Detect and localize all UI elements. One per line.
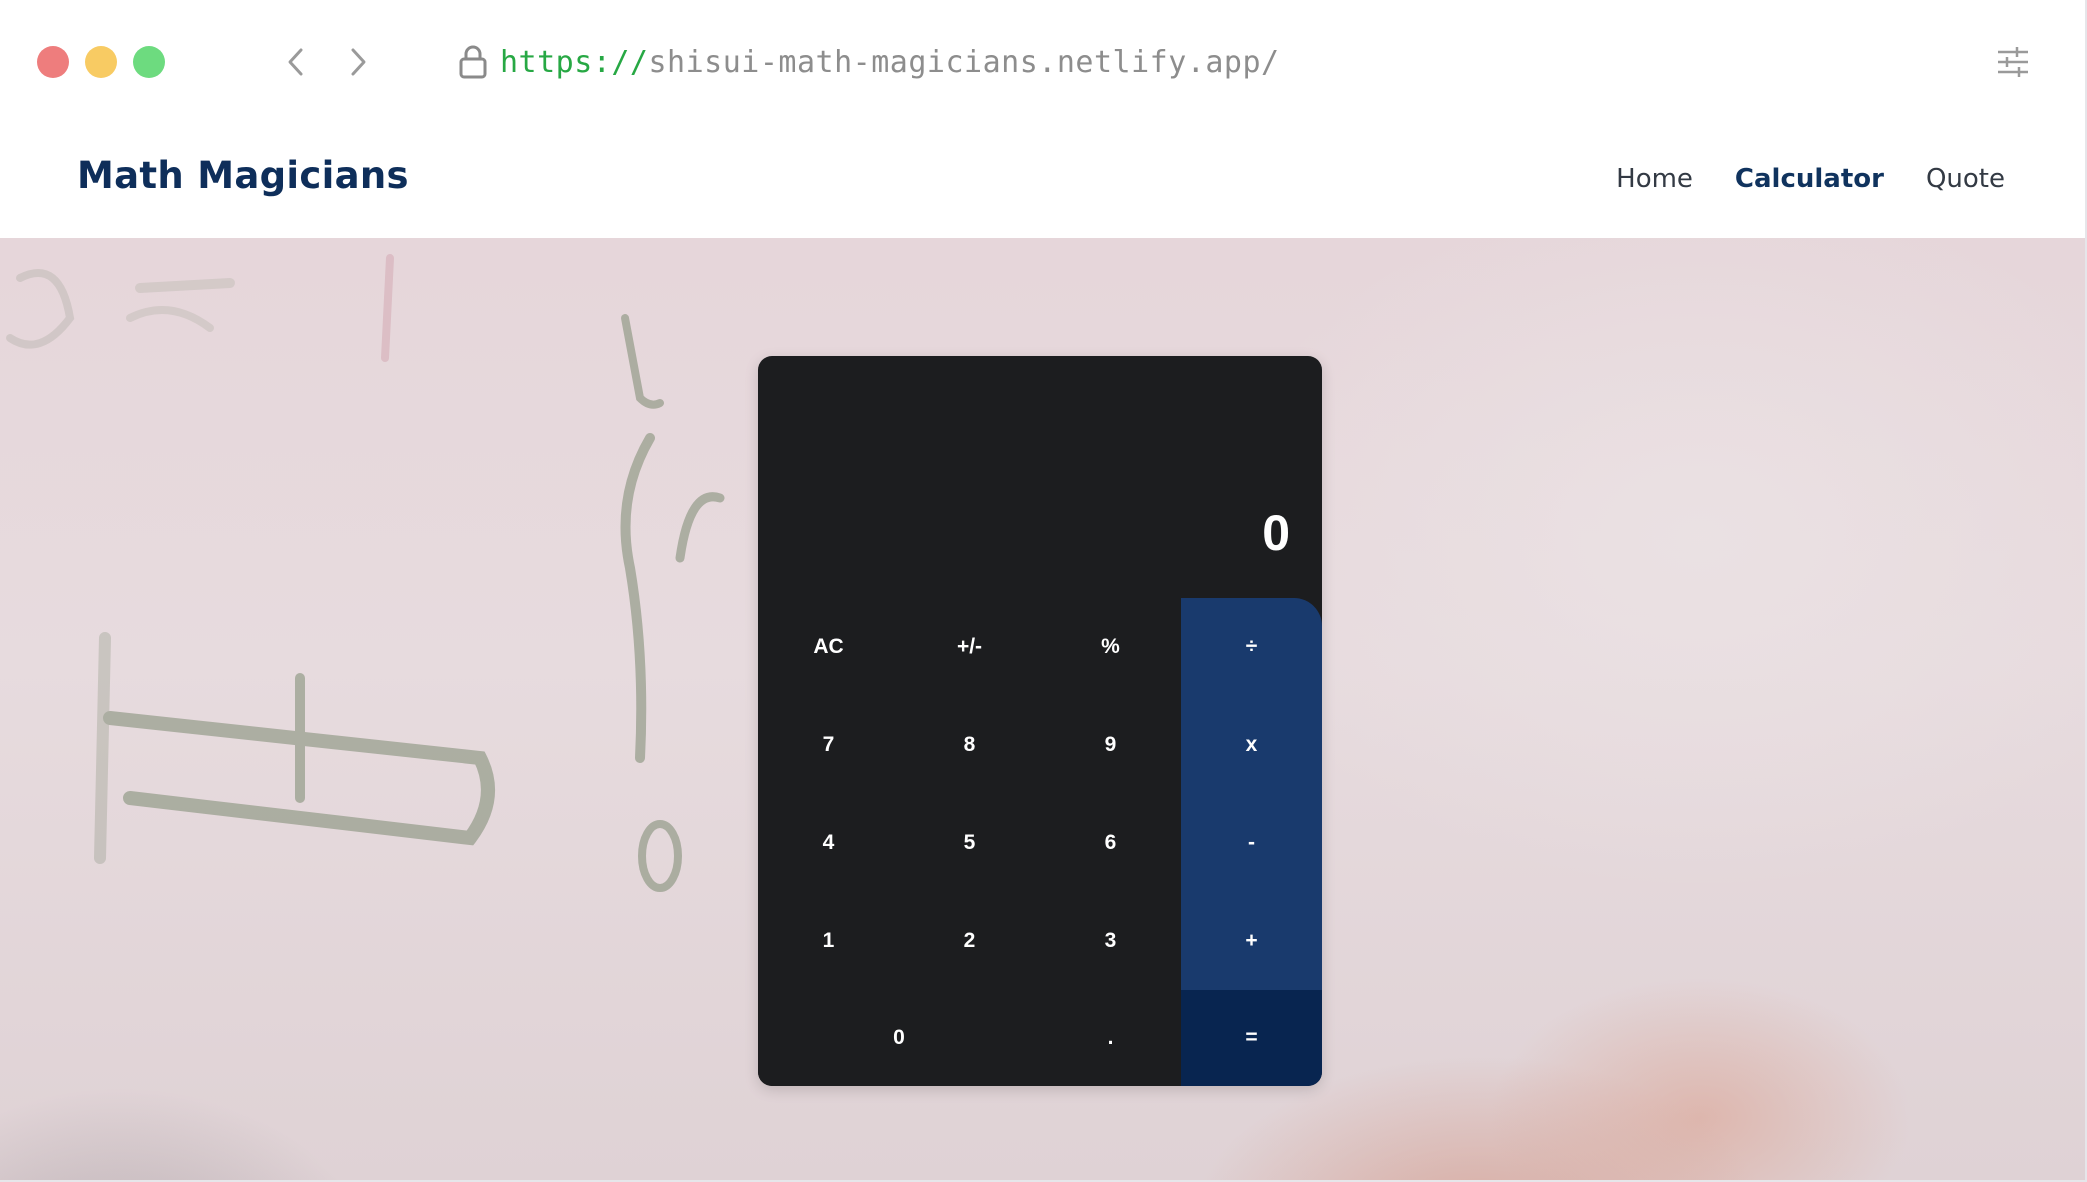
key-all-clear[interactable]: AC: [758, 598, 899, 696]
minimize-window-button[interactable]: [85, 46, 117, 78]
key-1[interactable]: 1: [758, 892, 899, 990]
display-value: 0: [1262, 505, 1290, 561]
forward-button[interactable]: [342, 44, 374, 80]
key-2[interactable]: 2: [899, 892, 1040, 990]
key-equals[interactable]: =: [1181, 990, 1322, 1086]
lock-icon: [459, 45, 487, 79]
close-window-button[interactable]: [37, 46, 69, 78]
browser-window: https://shisui-math-magicians.netlify.ap…: [0, 0, 2087, 1182]
key-4[interactable]: 4: [758, 794, 899, 892]
url-scheme: https://: [500, 44, 649, 80]
key-9[interactable]: 9: [1040, 696, 1181, 794]
chevron-right-icon: [351, 48, 366, 76]
key-5[interactable]: 5: [899, 794, 1040, 892]
browser-toolbar: https://shisui-math-magicians.netlify.ap…: [0, 0, 2085, 124]
settings-sliders-icon[interactable]: [1996, 46, 2030, 78]
key-subtract[interactable]: -: [1181, 794, 1322, 892]
maximize-window-button[interactable]: [133, 46, 165, 78]
key-percent[interactable]: %: [1040, 598, 1181, 696]
nav-link-home[interactable]: Home: [1616, 164, 1693, 194]
key-3[interactable]: 3: [1040, 892, 1181, 990]
key-7[interactable]: 7: [758, 696, 899, 794]
key-add[interactable]: +: [1181, 892, 1322, 990]
key-toggle-sign[interactable]: +/-: [899, 598, 1040, 696]
key-8[interactable]: 8: [899, 696, 1040, 794]
main-nav: Home Calculator Quote: [1616, 164, 2005, 194]
site-logo[interactable]: Math Magicians: [77, 154, 409, 197]
back-button[interactable]: [280, 44, 312, 80]
key-multiply[interactable]: x: [1181, 696, 1322, 794]
key-6[interactable]: 6: [1040, 794, 1181, 892]
nav-link-quote[interactable]: Quote: [1926, 164, 2005, 194]
chevron-left-icon: [288, 48, 303, 76]
url-host: shisui-math-magicians.netlify.app/: [648, 44, 1280, 80]
calculator-display: 0: [758, 356, 1322, 598]
nav-link-calculator[interactable]: Calculator: [1735, 164, 1884, 194]
calculator-keypad: AC +/- % ÷ 7 8 9 x 4 5 6 - 1 2 3 + 0 . =: [758, 598, 1322, 1086]
key-divide[interactable]: ÷: [1181, 598, 1322, 696]
key-0[interactable]: 0: [758, 990, 1040, 1086]
calculator: 0 AC +/- % ÷ 7 8 9 x 4 5 6 - 1 2 3 + 0 .…: [758, 356, 1322, 1086]
key-decimal[interactable]: .: [1040, 990, 1181, 1086]
site-header: Math Magicians Home Calculator Quote: [0, 124, 2085, 238]
address-bar[interactable]: https://shisui-math-magicians.netlify.ap…: [458, 38, 1858, 86]
